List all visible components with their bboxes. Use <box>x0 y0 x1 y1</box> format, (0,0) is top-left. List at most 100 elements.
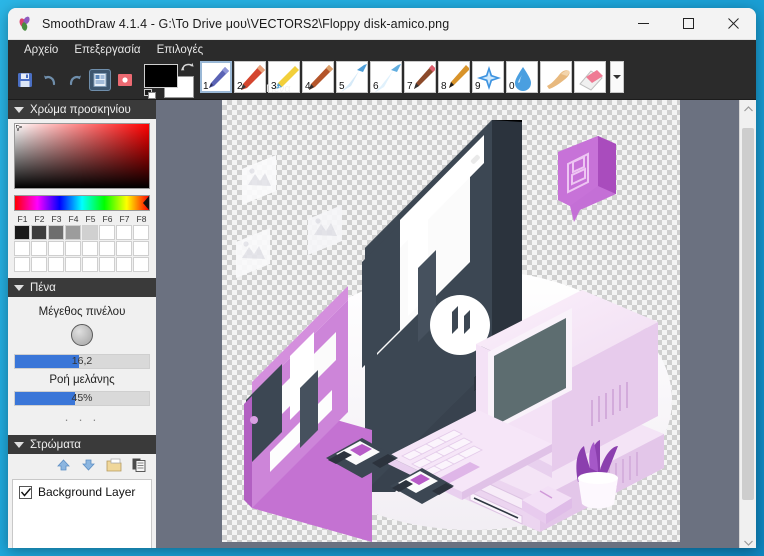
window-title: SmoothDraw 4.1.4 - G:\To Drive μου\VECTO… <box>42 16 450 31</box>
fkey-label: F8 <box>136 214 147 224</box>
color-panel-header[interactable]: Χρώμα προσκηνίου <box>8 100 156 119</box>
fkey-label: F6 <box>102 214 113 224</box>
fkey-label: F3 <box>51 214 62 224</box>
undo-button[interactable] <box>39 69 61 91</box>
record-button[interactable] <box>114 69 136 91</box>
color-swatch[interactable] <box>116 257 132 272</box>
ink-flow-label: Ροή μελάνης <box>49 374 115 386</box>
color-swatch[interactable] <box>116 241 132 256</box>
menu-bar: Αρχείο Επεξεργασία Επιλογές <box>8 40 756 60</box>
fkey-label: F1 <box>17 214 28 224</box>
menu-item-file[interactable]: Αρχείο <box>16 42 66 58</box>
brush-tool-pen[interactable]: 1 <box>200 61 232 93</box>
pen-panel-header[interactable]: Πένα <box>8 278 156 297</box>
brush-number: 5 <box>339 81 345 92</box>
color-swatch[interactable] <box>65 241 81 256</box>
scroll-down-button[interactable] <box>740 534 756 548</box>
layers-panel-button[interactable] <box>89 68 111 91</box>
brush-tool-marker[interactable]: 4 <box>302 61 334 93</box>
color-panel-body: F1 F2 F3 F4 F5 F6 F7 F8 <box>8 119 156 278</box>
color-swatch[interactable] <box>99 225 115 240</box>
brush-number: 1 <box>203 81 209 92</box>
swap-colors-icon[interactable] <box>181 62 194 76</box>
brush-tool-oil-brush[interactable]: 7 <box>404 61 436 93</box>
drawing-canvas[interactable] <box>222 100 680 542</box>
color-swatch[interactable] <box>82 241 98 256</box>
layer-toolbar <box>8 454 156 479</box>
brush-tool-water-drop[interactable]: 0 <box>506 61 538 93</box>
canvas-region <box>156 100 756 548</box>
saturation-value-picker[interactable] <box>14 123 150 189</box>
color-swatch[interactable] <box>14 225 30 240</box>
vertical-scroll-thumb[interactable] <box>742 128 754 500</box>
hue-slider[interactable] <box>14 195 150 211</box>
color-swatch[interactable] <box>31 257 47 272</box>
layer-visibility-checkbox[interactable] <box>19 485 32 499</box>
color-swatch[interactable] <box>133 225 149 240</box>
collapse-triangle-icon <box>14 106 24 113</box>
brush-tool-pencil[interactable]: 2 <box>234 61 266 93</box>
save-button[interactable] <box>14 69 36 91</box>
brush-tool-eraser[interactable] <box>574 61 606 93</box>
color-swatch[interactable] <box>48 257 64 272</box>
brush-number: 8 <box>441 81 447 92</box>
more-options-ellipsis[interactable]: · · · <box>14 406 150 429</box>
color-swatch[interactable] <box>133 257 149 272</box>
color-swatch[interactable] <box>14 257 30 272</box>
color-swatch[interactable] <box>65 225 81 240</box>
move-layer-up-icon[interactable] <box>56 458 71 475</box>
ink-flow-slider[interactable]: 45% <box>14 391 150 406</box>
layer-list[interactable]: Background Layer <box>12 479 152 548</box>
color-swatch[interactable] <box>82 257 98 272</box>
brush-tool-spray[interactable]: 6 <box>370 61 402 93</box>
color-swatch-widget <box>142 62 200 99</box>
brush-number: 7 <box>407 81 413 92</box>
left-dock: Χρώμα προσκηνίου F1 F2 F3 F4 F5 F6 F7 F8… <box>8 100 156 548</box>
brush-size-slider[interactable]: 16,2 <box>14 354 150 369</box>
pen-panel-title: Πένα <box>30 281 56 294</box>
brush-number: 2 <box>237 81 243 92</box>
maximize-button[interactable] <box>666 8 711 40</box>
palette-icon <box>17 15 34 32</box>
collapse-triangle-icon <box>14 284 24 291</box>
color-swatch[interactable] <box>31 225 47 240</box>
new-layer-icon[interactable] <box>106 458 122 475</box>
color-swatch[interactable] <box>14 241 30 256</box>
color-swatch[interactable] <box>48 241 64 256</box>
vertical-scrollbar[interactable] <box>739 100 756 548</box>
brush-size-preview <box>14 321 150 352</box>
swatch-row <box>14 241 150 256</box>
color-swatch[interactable] <box>48 225 64 240</box>
menu-item-edit[interactable]: Επεξεργασία <box>66 42 148 58</box>
color-swatch[interactable] <box>133 241 149 256</box>
close-button[interactable] <box>711 8 756 40</box>
color-swatch[interactable] <box>99 241 115 256</box>
brush-dot-icon <box>71 324 93 346</box>
swatch-row <box>14 257 150 272</box>
chevron-down-icon[interactable] <box>610 61 624 93</box>
window-controls <box>621 8 756 40</box>
color-swatch[interactable] <box>82 225 98 240</box>
move-layer-down-icon[interactable] <box>81 458 96 475</box>
minimize-button[interactable] <box>621 8 666 40</box>
menu-item-options[interactable]: Επιλογές <box>149 42 212 58</box>
foreground-color-swatch[interactable] <box>144 64 178 88</box>
fkey-label: F4 <box>68 214 79 224</box>
color-swatch[interactable] <box>65 257 81 272</box>
list-item[interactable]: Background Layer <box>13 480 151 504</box>
brush-tool-smudge[interactable] <box>540 61 572 93</box>
hue-cursor-icon <box>143 196 149 210</box>
duplicate-layer-icon[interactable] <box>132 458 146 475</box>
redo-button[interactable] <box>64 69 86 91</box>
brush-tool-sparkle[interactable]: 9 <box>472 61 504 93</box>
sv-cursor-icon <box>16 125 23 132</box>
brush-number: 0 <box>509 81 515 92</box>
color-swatch[interactable] <box>31 241 47 256</box>
color-swatch[interactable] <box>116 225 132 240</box>
scroll-up-button[interactable] <box>740 100 756 117</box>
fkey-labels: F1 F2 F3 F4 F5 F6 F7 F8 <box>14 214 150 224</box>
brush-tool-airbrush[interactable]: 5 <box>336 61 368 93</box>
brush-tool-ink-brush[interactable]: 8 <box>438 61 470 93</box>
layers-panel-header[interactable]: Στρώματα <box>8 435 156 454</box>
color-swatch[interactable] <box>99 257 115 272</box>
